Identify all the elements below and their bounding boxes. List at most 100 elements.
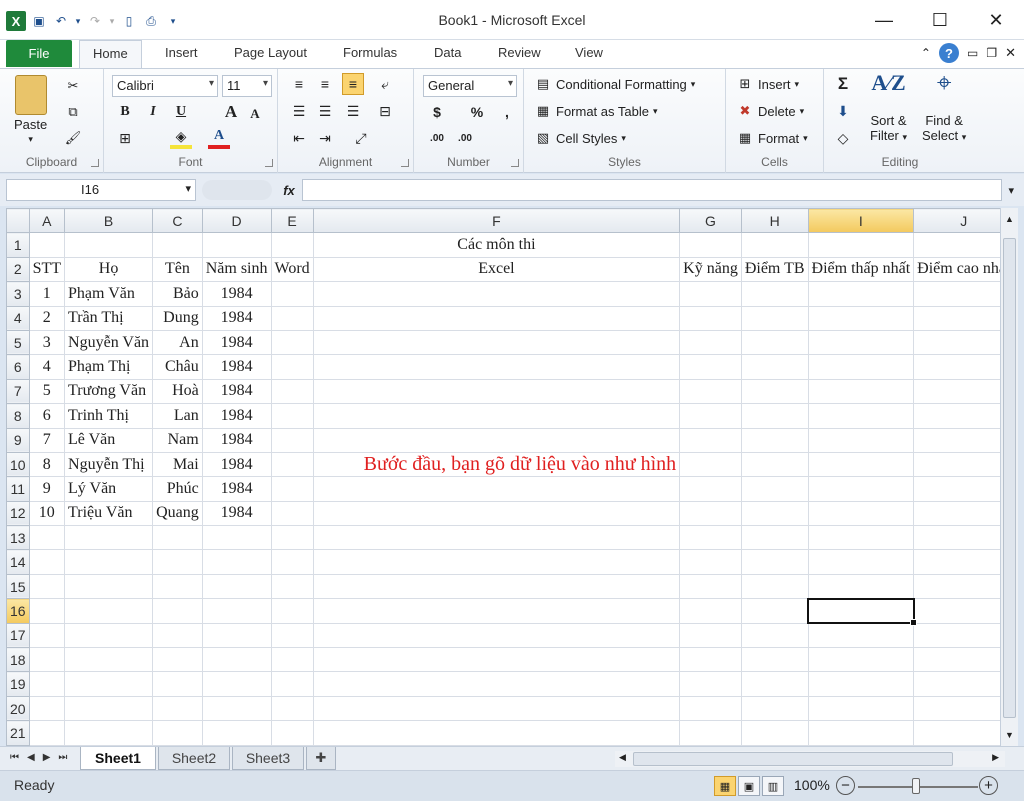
row-header-21[interactable]: 21	[6, 720, 30, 746]
cell-j11[interactable]	[913, 476, 1000, 502]
row-header-2[interactable]: 2	[6, 256, 30, 283]
cell-j1[interactable]	[913, 232, 1000, 258]
format-cells-button[interactable]: ▦ Format ▾	[736, 129, 808, 147]
cell-a4[interactable]: 2	[28, 305, 66, 331]
column-header-d[interactable]: D	[201, 208, 272, 234]
cell-d7[interactable]: 1984	[201, 378, 272, 405]
row-header-16[interactable]: 16	[6, 598, 30, 624]
cell-f8[interactable]	[312, 403, 681, 429]
align-right-icon[interactable]: ☰	[342, 100, 364, 122]
align-top-icon[interactable]: ≡	[288, 73, 310, 95]
cell-d11[interactable]: 1984	[201, 476, 272, 502]
cell-f5[interactable]	[312, 329, 681, 356]
cell-a5[interactable]: 3	[28, 329, 66, 356]
cell-j18[interactable]	[913, 647, 1000, 673]
cell-h17[interactable]	[740, 622, 809, 649]
cell-i15[interactable]	[807, 573, 915, 600]
tab-review[interactable]: Review	[498, 45, 541, 60]
cell-g14[interactable]	[679, 549, 742, 575]
clear-icon[interactable]: ◇	[832, 127, 854, 149]
column-header-e[interactable]: E	[270, 208, 314, 234]
cell-d8[interactable]: 1984	[201, 403, 272, 429]
row-header-19[interactable]: 19	[6, 671, 30, 697]
cell-i3[interactable]	[807, 281, 915, 307]
comma-button[interactable]: ,	[496, 101, 518, 123]
cell-b18[interactable]	[64, 647, 154, 673]
cell-a14[interactable]	[28, 549, 66, 575]
cell-c1[interactable]	[152, 232, 203, 258]
cell-e8[interactable]	[270, 403, 314, 429]
cell-h12[interactable]	[740, 500, 809, 527]
cell-j5[interactable]	[913, 329, 1000, 356]
column-header-j[interactable]: J	[913, 208, 1000, 234]
cell-a19[interactable]	[28, 671, 66, 697]
cell-h15[interactable]	[740, 573, 809, 600]
tab-page-layout[interactable]: Page Layout	[234, 45, 307, 60]
cell-e9[interactable]	[270, 427, 314, 453]
formula-input[interactable]	[302, 179, 1002, 201]
cell-j6[interactable]	[913, 354, 1000, 380]
cell-e16[interactable]	[270, 598, 314, 624]
cell-d1[interactable]	[201, 232, 272, 258]
cell-d15[interactable]	[201, 573, 272, 600]
cell-f12[interactable]	[312, 500, 681, 527]
cell-j17[interactable]	[913, 622, 1000, 649]
tab-file[interactable]: File	[6, 40, 72, 67]
cell-f2[interactable]: Excel	[312, 256, 681, 283]
cell-d16[interactable]	[201, 598, 272, 624]
align-center-icon[interactable]: ☰	[314, 100, 336, 122]
cell-h1[interactable]	[740, 232, 809, 258]
format-painter-icon[interactable]: 🖌	[64, 129, 82, 147]
horizontal-scrollbar[interactable]: ◀ ▶	[615, 751, 1005, 767]
cell-a6[interactable]: 4	[28, 354, 66, 380]
cell-e12[interactable]	[270, 500, 314, 527]
insert-cells-button[interactable]: ⊞ Insert ▾	[736, 75, 800, 93]
cell-c5[interactable]: An	[152, 329, 203, 356]
cell-i13[interactable]	[807, 525, 915, 551]
cell-g18[interactable]	[679, 647, 742, 673]
cell-d14[interactable]	[201, 549, 272, 575]
column-header-i[interactable]: I	[807, 208, 915, 234]
cell-g10[interactable]	[679, 451, 742, 478]
cell-a12[interactable]: 10	[28, 500, 66, 527]
fill-color-icon[interactable]: ◈	[170, 127, 192, 149]
percent-button[interactable]: %	[466, 101, 488, 123]
cell-g12[interactable]	[679, 500, 742, 527]
cell-f13[interactable]	[312, 525, 681, 551]
cell-i20[interactable]	[807, 695, 915, 722]
column-header-h[interactable]: H	[740, 208, 809, 234]
cell-b8[interactable]: Trinh Thị	[64, 403, 154, 429]
cell-f4[interactable]	[312, 305, 681, 331]
cell-j14[interactable]	[913, 549, 1000, 575]
sort-filter-button[interactable]: A⁄Z Sort & Filter ▾	[870, 72, 907, 145]
row-header-15[interactable]: 15	[6, 573, 30, 600]
row-header-13[interactable]: 13	[6, 525, 30, 551]
autosum-button[interactable]: Σ	[832, 73, 854, 95]
cell-c19[interactable]	[152, 671, 203, 697]
cell-b7[interactable]: Trương Văn	[64, 378, 154, 405]
font-color-icon[interactable]: A	[208, 127, 230, 149]
paste-button[interactable]: Paste ▾	[14, 75, 47, 145]
cell-b17[interactable]	[64, 622, 154, 649]
cell-f10[interactable]: Bước đầu, bạn gõ dữ liệu vào như hình	[312, 451, 681, 478]
shrink-font-button[interactable]: A	[244, 103, 266, 125]
align-middle-icon[interactable]: ≡	[314, 73, 336, 95]
cell-g11[interactable]	[679, 476, 742, 502]
row-header-12[interactable]: 12	[6, 500, 30, 527]
cell-c15[interactable]	[152, 573, 203, 600]
cell-h14[interactable]	[740, 549, 809, 575]
cell-a8[interactable]: 6	[28, 403, 66, 429]
cell-b4[interactable]: Trần Thị	[64, 305, 154, 331]
cell-i17[interactable]	[807, 622, 915, 649]
cell-a1[interactable]	[28, 232, 66, 258]
page-break-view-icon[interactable]: ▥	[762, 776, 784, 796]
cell-h19[interactable]	[740, 671, 809, 697]
cell-d9[interactable]: 1984	[201, 427, 272, 453]
cell-g16[interactable]	[679, 598, 742, 624]
cell-b13[interactable]	[64, 525, 154, 551]
expand-formula-bar-icon[interactable]: ▾	[1008, 184, 1014, 197]
scroll-right-icon[interactable]: ▶	[992, 752, 999, 763]
borders-icon[interactable]: ⊞	[114, 127, 136, 149]
cell-d18[interactable]	[201, 647, 272, 673]
scroll-up-icon[interactable]: ▲	[1005, 214, 1014, 224]
